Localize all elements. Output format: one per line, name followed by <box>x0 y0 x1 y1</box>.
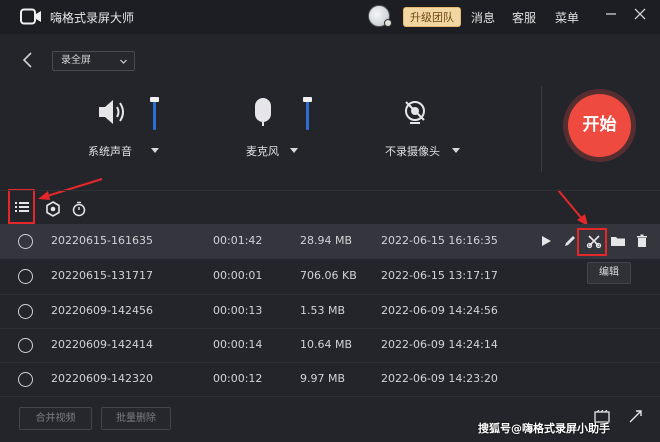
messages-menu[interactable]: 消息 <box>471 9 495 26</box>
camera-label[interactable]: 不录摄像头 <box>385 143 440 159</box>
camera-off-icon[interactable] <box>402 99 428 125</box>
file-row[interactable]: 20220609-142456 00:00:13 1.53 MB 2022-06… <box>0 294 660 329</box>
system-volume-knob[interactable] <box>150 97 159 102</box>
watermark: 搜狐号@嗨格式录屏小助手 <box>478 422 610 435</box>
file-name: 20220615-161635 <box>51 234 153 247</box>
settings-icon[interactable] <box>45 201 61 217</box>
play-icon[interactable] <box>538 233 554 249</box>
file-date: 2022-06-15 13:17:17 <box>381 269 498 282</box>
file-duration: 00:00:14 <box>213 338 263 351</box>
microphone-label[interactable]: 麦克风 <box>246 143 279 159</box>
row-divider <box>0 396 660 397</box>
system-volume-slider[interactable] <box>153 100 156 130</box>
app-logo-icon <box>20 8 41 25</box>
back-icon[interactable] <box>20 50 36 70</box>
file-name: 20220615-131717 <box>51 269 153 282</box>
file-size: 28.94 MB <box>300 234 353 247</box>
annotation-arrow-left <box>38 178 103 200</box>
file-date: 2022-06-09 14:23:20 <box>381 372 498 385</box>
microphone-volume-knob[interactable] <box>303 97 312 102</box>
speaker-icon[interactable] <box>96 97 130 127</box>
minimize-icon <box>606 13 616 15</box>
microphone-icon[interactable] <box>252 96 274 128</box>
row-select-radio[interactable] <box>18 234 33 249</box>
file-duration: 00:00:12 <box>213 372 263 385</box>
record-mode-select[interactable]: 录全屏 <box>52 51 135 71</box>
expand-icon[interactable] <box>628 410 644 424</box>
annotation-arrow-right <box>557 189 588 226</box>
app-title: 嗨格式录屏大师 <box>50 11 135 25</box>
chevron-down-icon <box>120 59 127 64</box>
file-row[interactable]: 20220615-161635 00:01:42 28.94 MB 2022-0… <box>0 224 660 259</box>
file-row[interactable]: 20220609-142320 00:00:12 9.97 MB 2022-06… <box>0 362 660 397</box>
file-date: 2022-06-09 14:24:14 <box>381 338 498 351</box>
delete-icon[interactable] <box>634 233 650 249</box>
rename-icon[interactable] <box>562 233 578 249</box>
avatar-status-dot <box>384 19 392 27</box>
list-view-icon[interactable] <box>14 199 30 215</box>
minimize-button[interactable] <box>602 7 620 25</box>
folder-icon[interactable] <box>610 233 626 249</box>
file-size: 1.53 MB <box>300 304 346 317</box>
file-size: 706.06 KB <box>300 269 357 282</box>
file-name: 20220609-142414 <box>51 338 153 351</box>
close-button[interactable] <box>631 7 649 25</box>
system-audio-dropdown-icon[interactable] <box>151 148 159 153</box>
system-audio-label[interactable]: 系统声音 <box>88 143 132 159</box>
record-mode-value: 录全屏 <box>61 55 91 66</box>
panel-divider <box>541 86 542 172</box>
batch-delete-button[interactable]: 批量删除 <box>101 407 171 430</box>
highlight-box-edit <box>577 228 607 256</box>
main-menu[interactable]: 菜单 <box>555 9 579 26</box>
file-date: 2022-06-09 14:24:56 <box>381 304 498 317</box>
row-select-radio[interactable] <box>18 304 33 319</box>
camera-dropdown-icon[interactable] <box>452 148 460 153</box>
support-menu[interactable]: 客服 <box>512 9 536 26</box>
file-row[interactable]: 20220609-142414 00:00:14 10.64 MB 2022-0… <box>0 328 660 363</box>
timer-icon[interactable] <box>71 201 87 217</box>
upgrade-team-button[interactable]: 升级团队 <box>403 7 461 27</box>
file-size: 9.97 MB <box>300 372 346 385</box>
start-record-button[interactable]: 开始 <box>568 94 631 157</box>
toolbar-divider <box>0 190 660 191</box>
file-duration: 00:01:42 <box>213 234 263 247</box>
file-row[interactable]: 20220615-131717 00:00:01 706.06 KB 2022-… <box>0 259 660 294</box>
file-duration: 00:00:13 <box>213 304 263 317</box>
file-size: 10.64 MB <box>300 338 353 351</box>
microphone-dropdown-icon[interactable] <box>290 148 298 153</box>
close-icon <box>634 8 646 20</box>
title-bar: 嗨格式录屏大师 升级团队 消息 客服 菜单 <box>0 0 660 34</box>
row-select-radio[interactable] <box>18 372 33 387</box>
file-duration: 00:00:01 <box>213 269 263 282</box>
file-date: 2022-06-15 16:16:35 <box>381 234 498 247</box>
edit-tooltip: 编辑 <box>587 262 631 284</box>
row-select-radio[interactable] <box>18 269 33 284</box>
microphone-volume-slider[interactable] <box>306 100 309 130</box>
merge-video-button[interactable]: 合并视频 <box>19 407 92 430</box>
file-name: 20220609-142456 <box>51 304 153 317</box>
file-name: 20220609-142320 <box>51 372 153 385</box>
row-select-radio[interactable] <box>18 338 33 353</box>
